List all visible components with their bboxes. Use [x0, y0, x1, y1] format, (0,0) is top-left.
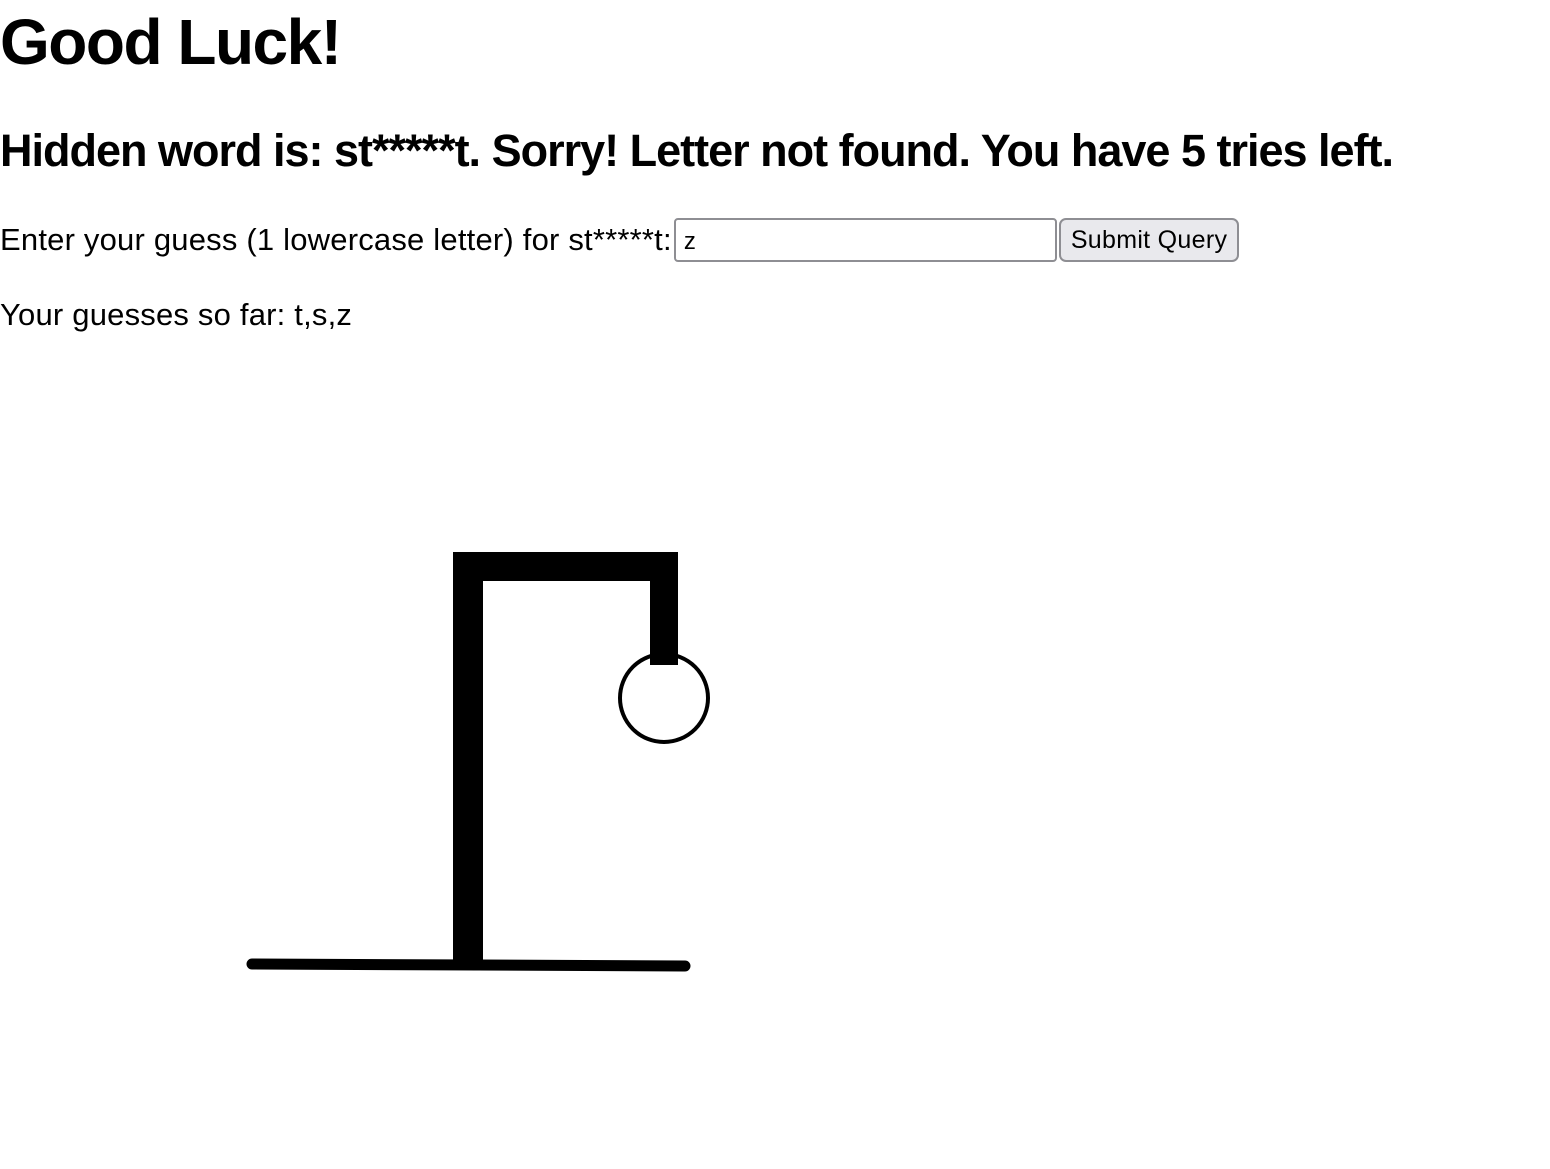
- gallows-post: [453, 552, 483, 966]
- gallows-beam: [453, 552, 678, 581]
- hangman-head: [618, 652, 710, 744]
- hangman-game-page: Good Luck! Hidden word is: st*****t. Sor…: [0, 0, 1550, 1169]
- gallows-rope: [650, 555, 678, 665]
- hangman-drawing: [246, 552, 710, 972]
